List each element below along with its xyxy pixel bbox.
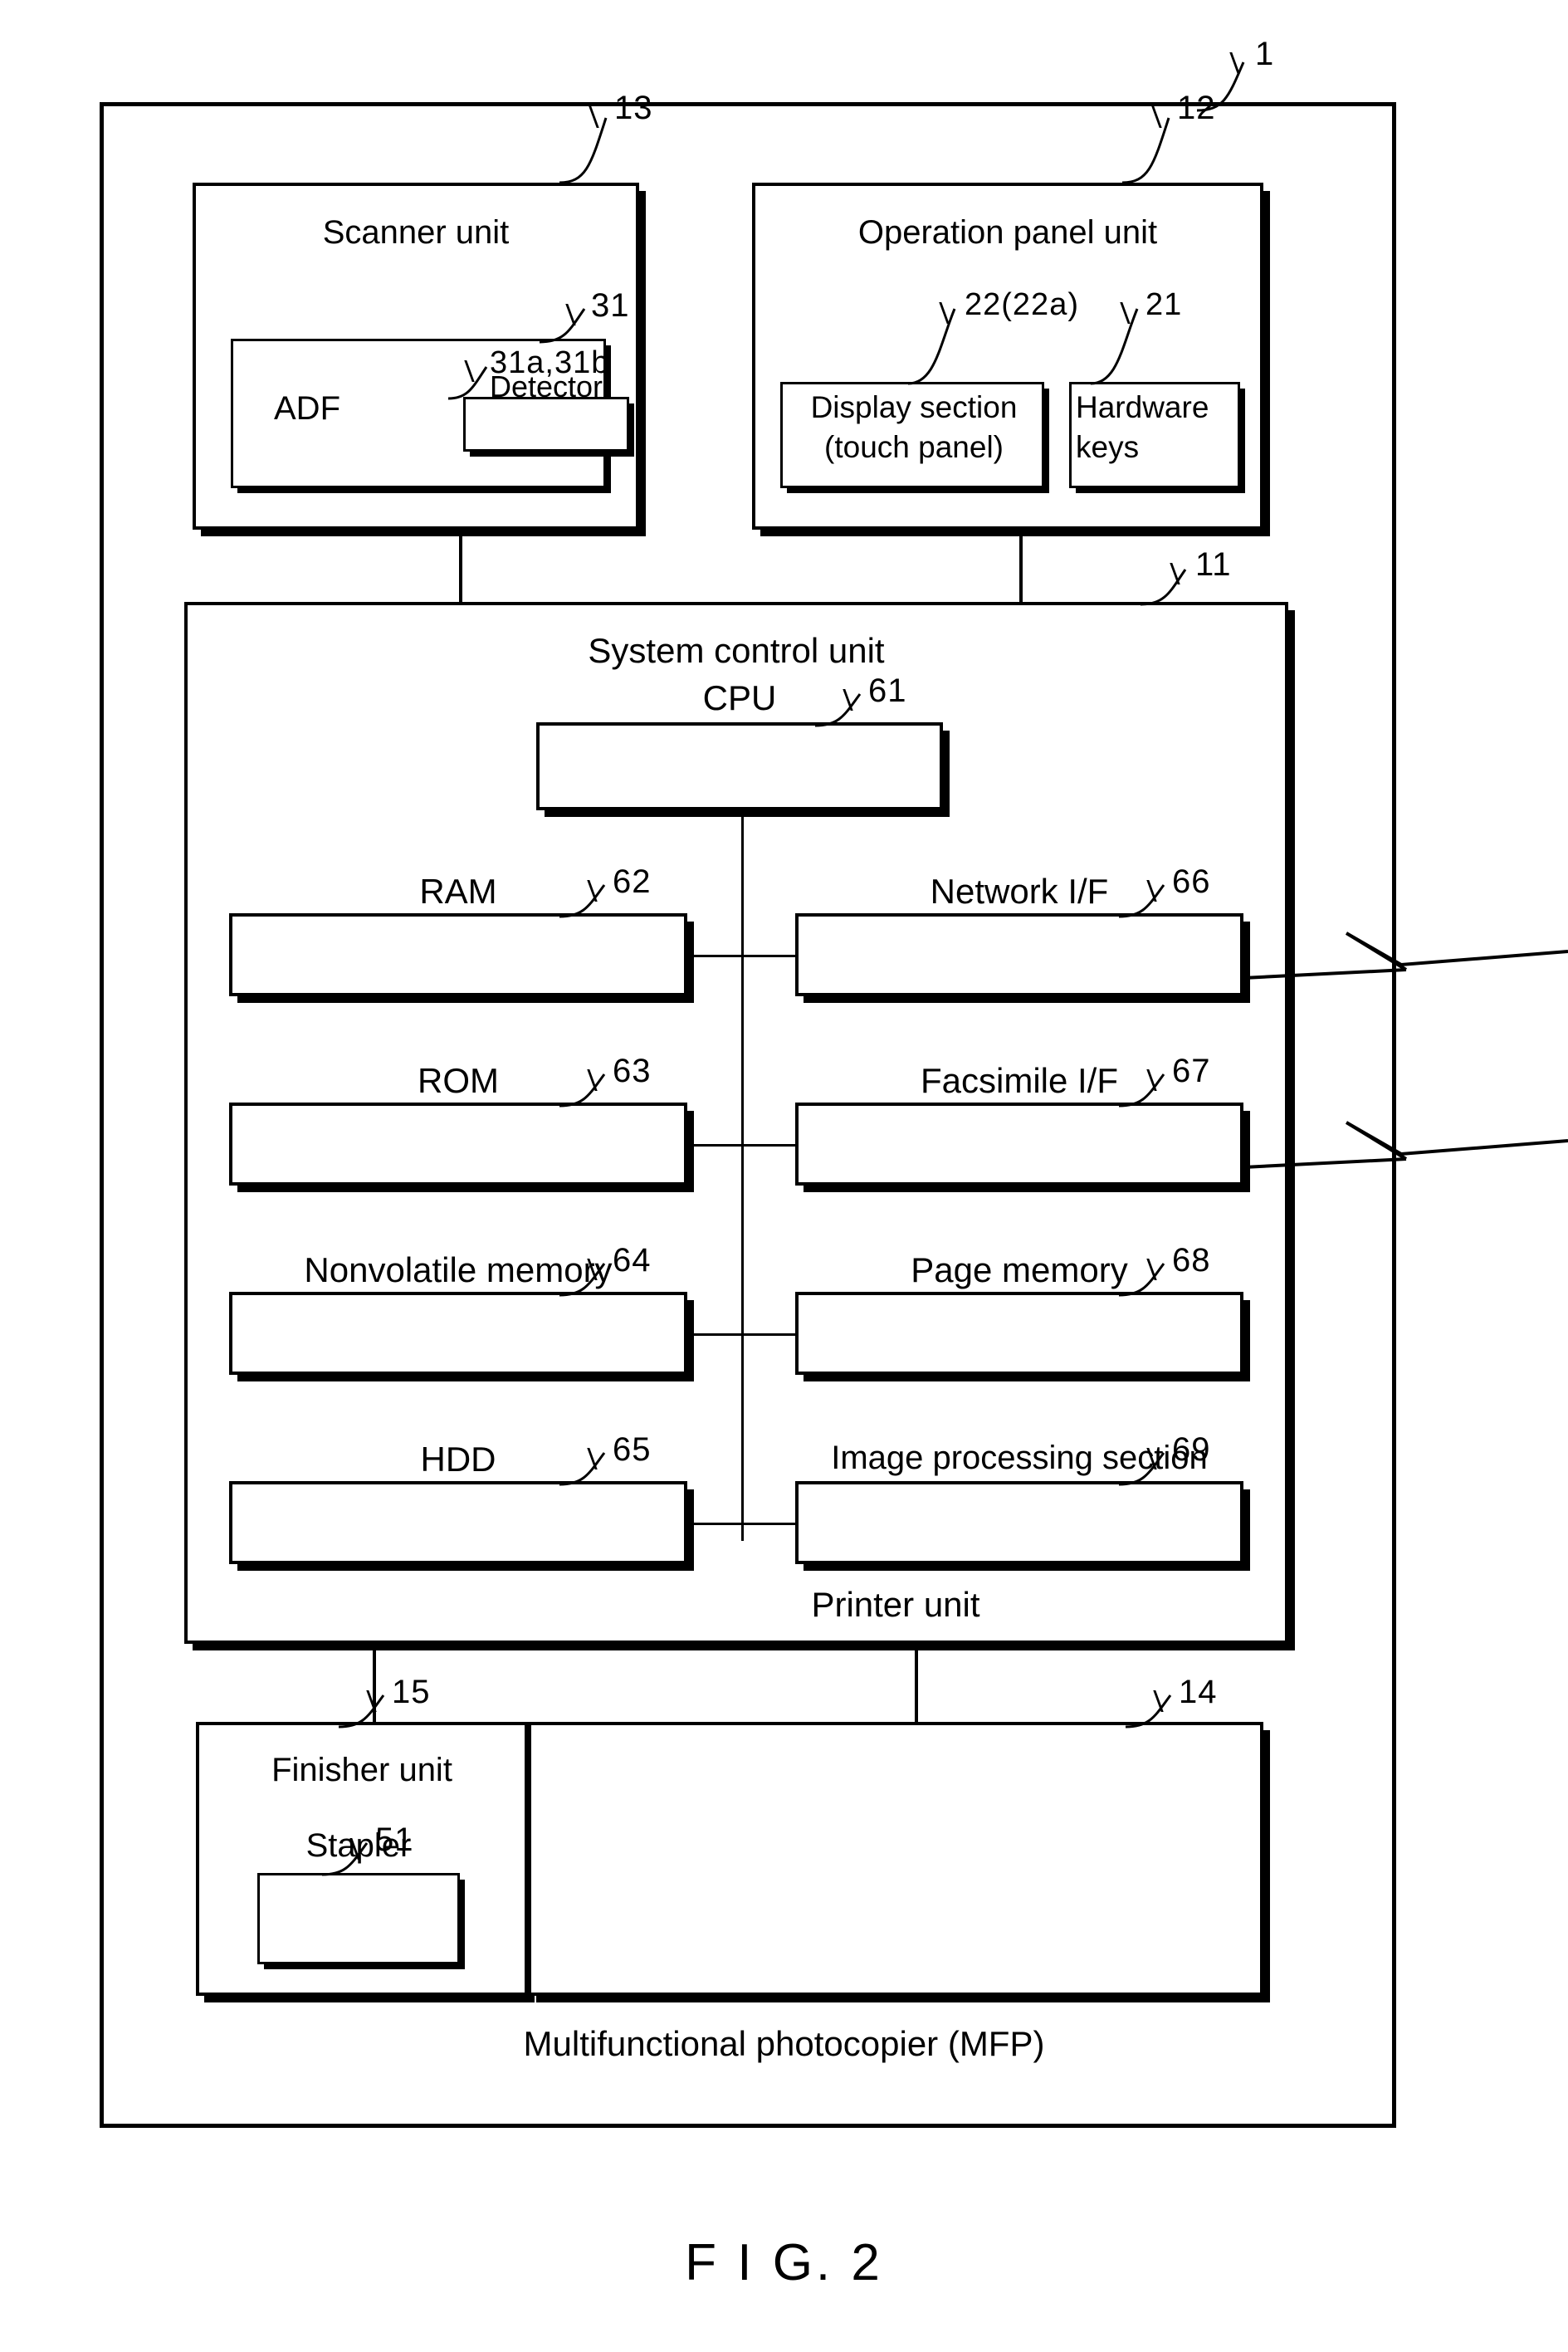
printer-unit-title: Printer unit [811,1585,980,1624]
stapler-title: Stapler [305,1827,412,1864]
facsimile-if-title: Facsimile I/F [920,1061,1118,1100]
network-external-line [1243,932,1568,980]
hardware-keys-line1: Hardware [1076,390,1209,424]
leader-line-12 [1121,117,1170,184]
leader-line-11 [1140,569,1187,606]
leader-line-22 [907,308,956,385]
connector-panel-to-system [1019,530,1023,606]
leader-line-15 [338,1694,385,1729]
network-if-title: Network I/F [930,872,1109,911]
leader-line-31 [539,308,586,344]
connector-bus-to-network-if [741,955,798,957]
connector-bus-to-page-memory [741,1333,798,1336]
detector-title: Detector [489,369,603,403]
display-section-line2: (touch panel) [824,430,1004,464]
connector-ram-to-bus [691,955,744,957]
system-control-unit-title: System control unit [588,631,885,670]
scanner-unit-title: Scanner unit [322,214,510,251]
connector-hdd-to-bus [691,1523,744,1525]
ref-callout-22: 22(22a) [939,289,1079,324]
connector-bus-to-facsimile-if [741,1144,798,1147]
ram-title: RAM [419,872,497,911]
facsimile-external-line [1243,1121,1568,1169]
adf-title: ADF [274,390,340,427]
finisher-unit-title: Finisher unit [271,1752,452,1788]
connector-rom-to-bus [691,1144,744,1147]
hardware-keys-line2: keys [1076,430,1140,464]
mfp-title: Multifunctional photocopier (MFP) [523,2024,1045,2063]
connector-scanner-to-system [459,530,462,606]
leader-line-21 [1090,308,1139,385]
page-memory-title: Page memory [911,1250,1128,1289]
figure-caption: F I G. 2 [685,2234,883,2291]
cpu-title: CPU [702,678,777,717]
rom-title: ROM [418,1061,499,1100]
hdd-title: HDD [420,1440,496,1479]
connector-bus-to-image-processing [741,1523,798,1525]
operation-panel-unit-title: Operation panel unit [857,214,1158,251]
connector-nonvolatile-to-bus [691,1333,744,1336]
leader-line-13 [559,117,608,184]
system-bus-line [741,810,744,1541]
nonvolatile-memory-title: Nonvolatile memory [304,1250,613,1289]
image-processing-section-title: Image processing section [831,1440,1208,1476]
display-section-line1: Display section [810,390,1018,424]
